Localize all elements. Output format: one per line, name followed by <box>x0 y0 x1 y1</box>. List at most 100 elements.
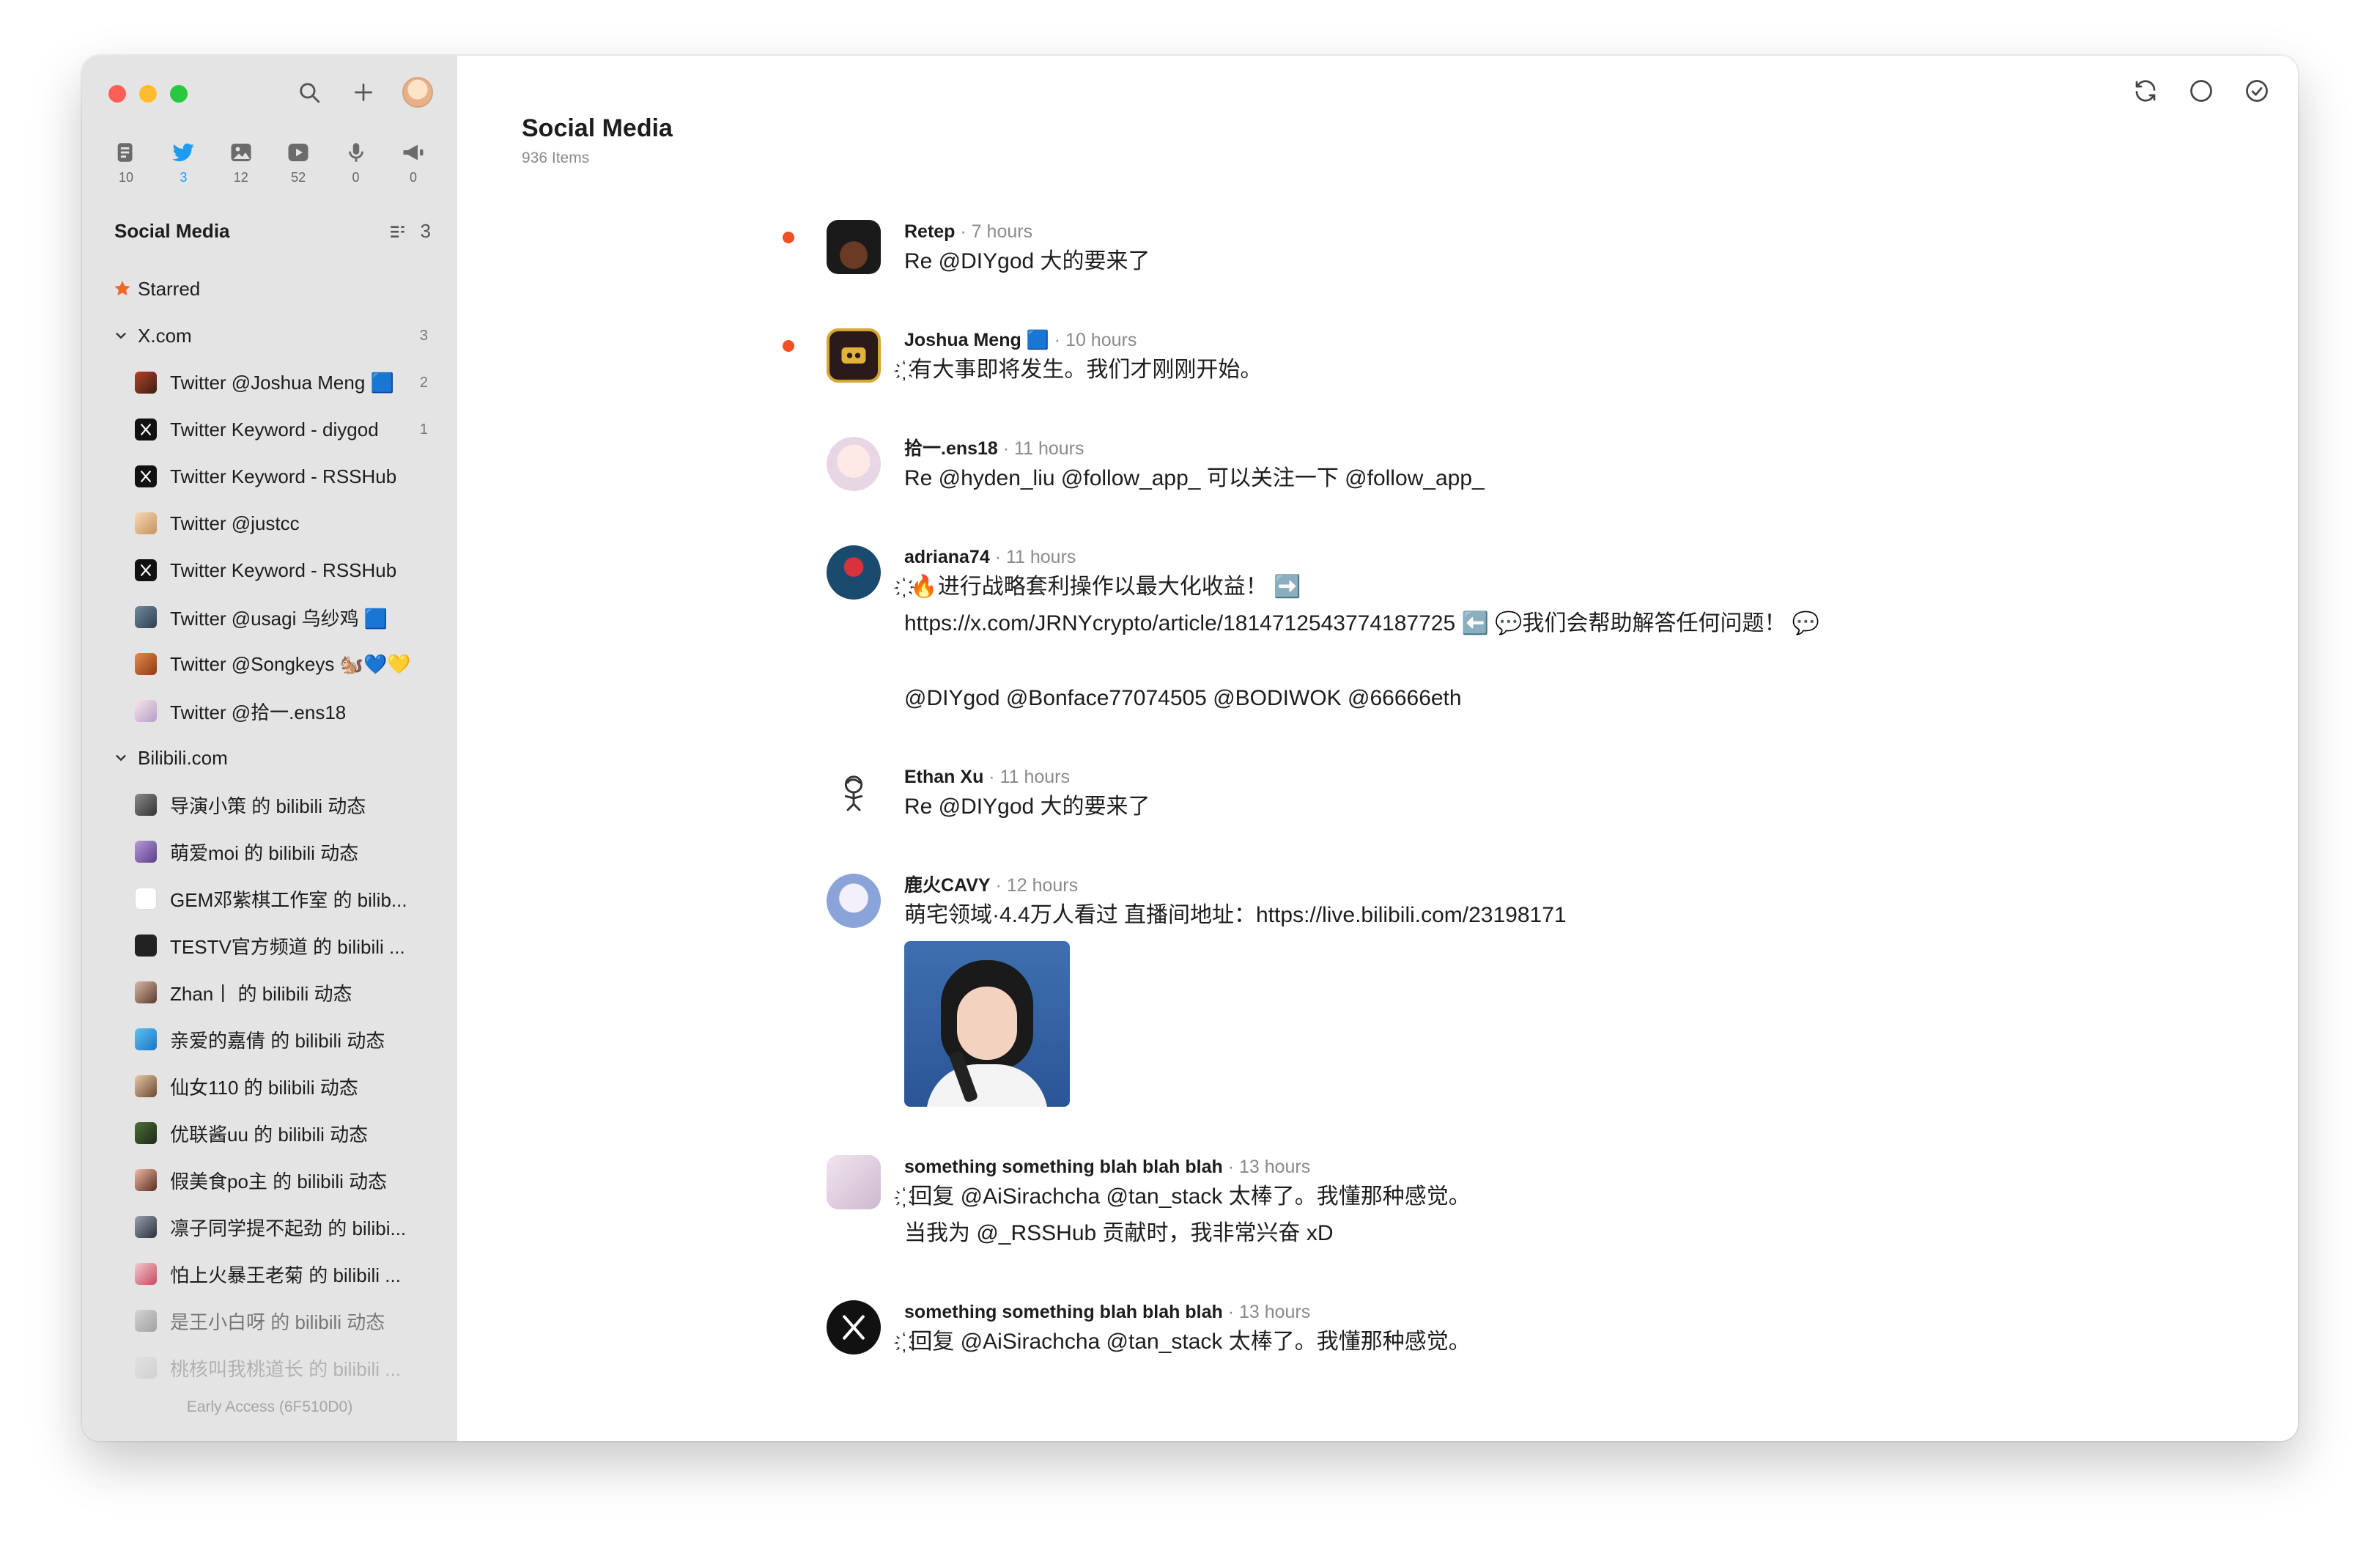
close-window-button[interactable] <box>108 85 126 103</box>
entry-time: · 13 hours <box>1222 1157 1311 1177</box>
check-circle-icon <box>2246 80 2268 102</box>
sidebar-item-feed[interactable]: Zhan丨 的 bilibili 动态 <box>111 969 431 1016</box>
feed-avatar-icon <box>135 606 157 628</box>
sidebar-item-feed[interactable]: 萌爱moi 的 bilibili 动态 <box>111 828 431 875</box>
sidebar-item-feed[interactable]: Twitter @拾一.ens18 <box>111 688 431 734</box>
sidebar-item-feed[interactable]: 导演小策 的 bilibili 动态 <box>111 781 431 828</box>
view-audio[interactable]: 0 <box>336 138 377 185</box>
sidebar-item-feed[interactable]: Twitter @usagi 乌纱鸡 🟦 <box>111 594 431 641</box>
entry-item[interactable]: 鹿火CAVY · 12 hours 萌宅领域·4.4万人看过 直播间地址：htt… <box>827 874 2146 1107</box>
view-count: 52 <box>291 170 306 185</box>
view-videos[interactable]: 52 <box>278 138 319 185</box>
view-social-media[interactable]: 3 <box>163 138 204 185</box>
picture-icon <box>231 144 251 161</box>
avatar <box>827 328 881 383</box>
unread-dot <box>783 340 794 352</box>
entry-link[interactable]: https://x.com/JRNYcrypto/article/1814712… <box>904 605 2146 642</box>
feed-avatar-icon <box>135 1310 157 1332</box>
sidebar-item-feed[interactable]: 凛子同学提不起劲 的 bilibi... <box>111 1204 431 1250</box>
entry-item[interactable]: adriana74 · 11 hours ҉ 🔥进行战略套利操作以最大化收益！ … <box>827 545 2146 717</box>
feed-avatar-icon <box>135 1216 157 1238</box>
sidebar-item-feed[interactable]: Twitter Keyword - diygod 1 <box>111 406 431 453</box>
entry-content: Re @hyden_liu @follow_app_ 可以关注一下 @follo… <box>904 466 1485 490</box>
main-panel: Social Media 936 Items Retep · 7 hours R… <box>457 56 2298 1441</box>
sidebar-item-feed[interactable]: TESTV官方频道 的 bilibili ... <box>111 922 431 969</box>
refresh-button[interactable] <box>2131 76 2160 106</box>
entry-content: 萌宅领域·4.4万人看过 直播间地址：https://live.bilibili… <box>904 903 1567 927</box>
entry-author: adriana74 <box>904 547 990 567</box>
section-header: Social Media 3 <box>114 220 431 243</box>
circle-icon <box>2190 80 2212 102</box>
entry-item[interactable]: Ethan Xu · 11 hours Re @DIYgod 大的要来了 <box>827 765 2146 825</box>
sidebar-item-feed[interactable]: Twitter @justcc <box>111 500 431 547</box>
entry-item[interactable]: Joshua Meng 🟦 · 10 hours ҉ 有大事即将发生。我们才刚刚… <box>783 328 2146 388</box>
sidebar-item-feed[interactable]: Twitter Keyword - RSSHub <box>111 547 431 594</box>
sidebar-item-starred[interactable]: Starred <box>111 265 431 312</box>
sidebar-item-feed[interactable]: Twitter Keyword - RSSHub <box>111 453 431 500</box>
entry-content: ҉ 回复 @AiSirachcha @tan_stack 太棒了。我懂那种感觉。… <box>904 1184 1471 1245</box>
avatar <box>827 1300 881 1354</box>
sidebar-item-feed[interactable]: 怕上火暴王老菊 的 bilibili ... <box>111 1250 431 1297</box>
entry-author: 鹿火CAVY <box>904 875 991 896</box>
sidebar-item-feed[interactable]: GEM邓紫棋工作室 的 bilib... <box>111 875 431 922</box>
entry-time: · 11 hours <box>989 547 1076 567</box>
view-switcher: 10 3 12 52 0 0 <box>106 138 434 185</box>
entry-item[interactable]: something something blah blah blah · 13 … <box>827 1300 2146 1360</box>
entry-time: · 11 hours <box>983 767 1070 787</box>
view-articles[interactable]: 10 <box>106 138 147 185</box>
entry-time: · 11 hours <box>997 438 1084 459</box>
sidebar-item-feed[interactable]: 优联酱uu 的 bilibili 动态 <box>111 1110 431 1157</box>
sidebar-item-feed[interactable]: 仙女110 的 bilibili 动态 <box>111 1063 431 1110</box>
feed-avatar-icon <box>135 372 157 394</box>
view-count: 3 <box>180 170 188 185</box>
user-avatar-button[interactable] <box>402 76 434 108</box>
microphone-icon <box>348 143 363 162</box>
sidebar-item-feed[interactable]: Twitter @Songkeys 🐿️💙💛 <box>111 641 431 688</box>
view-count: 10 <box>118 170 134 185</box>
x-logo-icon <box>135 559 157 581</box>
feed-avatar-icon <box>135 1263 157 1285</box>
entry-image[interactable] <box>904 941 1070 1107</box>
sidebar-toolbar <box>293 76 434 108</box>
sidebar-item-feed[interactable]: Twitter @Joshua Meng 🟦 2 <box>111 359 431 406</box>
entry-time: · 12 hours <box>990 875 1079 896</box>
entry-time: · 7 hours <box>955 221 1033 242</box>
view-notifications[interactable]: 0 <box>393 138 434 185</box>
sidebar-item-feed[interactable]: 假美食po主 的 bilibili 动态 <box>111 1157 431 1204</box>
search-button[interactable] <box>293 76 325 108</box>
sidebar-group-bilibili[interactable]: Bilibili.com <box>111 734 431 781</box>
entry-author: Ethan Xu <box>904 767 984 787</box>
entry-content: ҉ 有大事即将发生。我们才刚刚开始。 <box>904 358 1263 382</box>
article-icon <box>117 143 133 162</box>
entry-content: ҉ 回复 @AiSirachcha @tan_stack 太棒了。我懂那种感觉。 <box>904 1330 1471 1354</box>
entry-meta: 拾一.ens18 · 11 hours <box>904 437 2146 460</box>
x-logo-icon <box>843 1315 865 1340</box>
entry-list: Retep · 7 hours Re @DIYgod 大的要来了 Joshua … <box>783 220 2146 1409</box>
twitter-bird-icon <box>172 143 195 161</box>
plus-icon <box>355 84 372 101</box>
chevron-down-icon <box>116 333 126 339</box>
unread-only-toggle[interactable] <box>2187 76 2216 106</box>
feed-avatar-icon <box>135 794 157 816</box>
list-filter-icon[interactable] <box>388 222 407 241</box>
entry-meta: Retep · 7 hours <box>904 220 2146 243</box>
section-count: 3 <box>420 220 431 242</box>
sidebar-item-feed[interactable]: 亲爱的嘉倩 的 bilibili 动态 <box>111 1016 431 1063</box>
sidebar-item-feed[interactable]: 桃核叫我桃道长 的 bilibili ... <box>111 1344 431 1391</box>
sidebar-item-feed[interactable]: 是王小白呀 的 bilibili 动态 <box>111 1297 431 1344</box>
zoom-window-button[interactable] <box>170 85 188 103</box>
minimize-window-button[interactable] <box>139 85 157 103</box>
entry-item[interactable]: Retep · 7 hours Re @DIYgod 大的要来了 <box>783 220 2146 280</box>
sidebar-group-xcom[interactable]: X.com 3 <box>111 312 431 359</box>
entry-author: something something blah blah blah <box>904 1302 1223 1322</box>
entry-meta: adriana74 · 11 hours <box>904 545 2146 569</box>
add-button[interactable] <box>347 76 380 108</box>
feed-avatar-icon <box>135 653 157 675</box>
view-pictures[interactable]: 12 <box>221 138 262 185</box>
entry-item[interactable]: 拾一.ens18 · 11 hours Re @hyden_liu @follo… <box>827 437 2146 497</box>
entry-item[interactable]: something something blah blah blah · 13 … <box>827 1155 2146 1252</box>
mark-all-read-button[interactable] <box>2242 76 2272 106</box>
view-count: 0 <box>409 170 417 185</box>
main-toolbar <box>2131 76 2272 106</box>
entry-meta: Ethan Xu · 11 hours <box>904 765 2146 789</box>
